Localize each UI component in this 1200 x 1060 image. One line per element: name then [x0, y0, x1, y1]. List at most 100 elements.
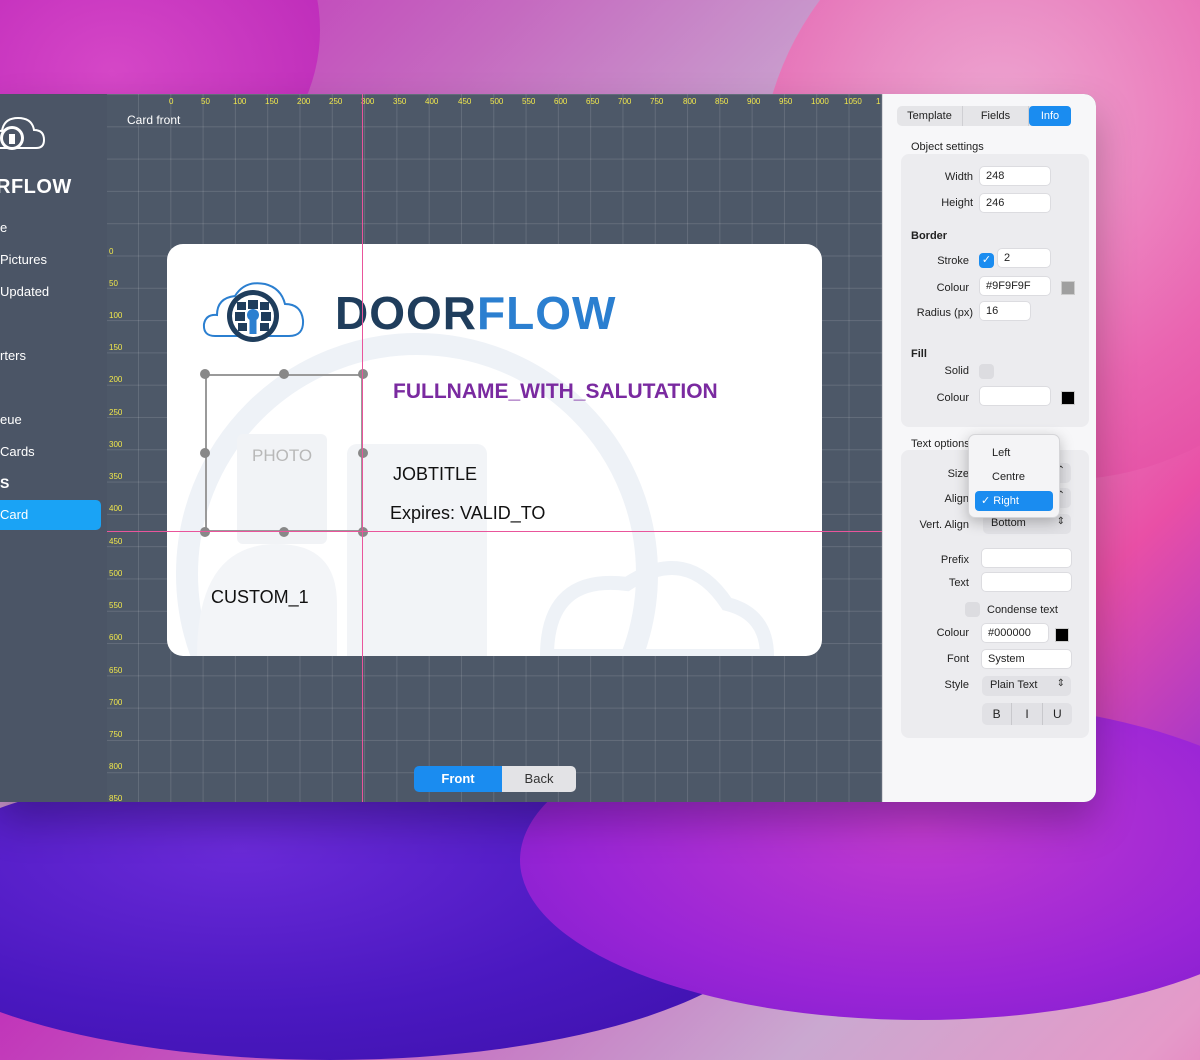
sidebar-item-label: Card	[0, 507, 29, 522]
text-colour-label: Colour	[936, 627, 969, 639]
inspector-tabs: Template Fields Info	[897, 106, 1071, 126]
fill-colour-field[interactable]	[979, 386, 1051, 406]
chevron-updown-icon: ⇕	[1056, 678, 1065, 689]
ruler-tick: 750	[109, 730, 123, 739]
resize-handle[interactable]	[358, 369, 368, 379]
canvas-face-label: Card front	[127, 113, 181, 127]
ruler-tick: 200	[109, 375, 123, 384]
card-face-switch: Front Back	[414, 766, 576, 792]
style-value: Plain Text	[990, 679, 1038, 691]
tab-template[interactable]: Template	[897, 106, 963, 126]
resize-handle[interactable]	[200, 448, 210, 458]
ruler-tick: 350	[109, 472, 123, 481]
sidebar-item-queue[interactable]: eue	[0, 412, 22, 427]
border-colour-field[interactable]: #9F9F9F	[979, 276, 1051, 296]
fill-title: Fill	[911, 348, 927, 360]
ruler-tick: 100	[233, 97, 247, 106]
italic-button[interactable]: I	[1012, 703, 1043, 725]
ruler-tick: 150	[265, 97, 279, 106]
stroke-checkbox[interactable]: ✓	[979, 253, 994, 268]
resize-handle[interactable]	[279, 369, 289, 379]
resize-handle[interactable]	[358, 527, 368, 537]
ruler-tick: 600	[109, 633, 123, 642]
ruler-tick: 700	[109, 698, 123, 707]
condense-text-checkbox[interactable]	[965, 602, 980, 617]
doorflow-logo-icon	[0, 116, 46, 150]
fill-colour-label: Colour	[936, 392, 969, 404]
font-field[interactable]: System	[981, 649, 1072, 669]
chevron-updown-icon: ⇕	[1056, 516, 1065, 527]
underline-button[interactable]: U	[1043, 703, 1072, 725]
ruler-tick: 50	[201, 97, 210, 106]
text-field[interactable]	[981, 572, 1072, 592]
resize-handle[interactable]	[358, 448, 368, 458]
field-custom-1[interactable]: CUSTOM_1	[211, 587, 309, 608]
ruler-tick: 800	[683, 97, 697, 106]
menu-item-right[interactable]: ✓ Right	[975, 491, 1053, 511]
ruler-tick: 50	[109, 279, 118, 288]
width-label: Width	[944, 171, 973, 183]
resize-handle[interactable]	[279, 527, 289, 537]
style-select[interactable]: Plain Text ⇕	[982, 676, 1071, 696]
align-label: Align	[944, 493, 969, 505]
ruler-tick: 650	[109, 666, 123, 675]
resize-handle[interactable]	[200, 527, 210, 537]
card-preview[interactable]: DOORFLOW FULLNAME_WITH_SALUTATION JOBTIT…	[167, 244, 822, 656]
ruler-tick: 500	[490, 97, 504, 106]
field-expires[interactable]: Expires: VALID_TO	[390, 503, 545, 524]
text-format-buttons: B I U	[982, 703, 1072, 725]
fill-solid-label: Solid	[944, 365, 969, 377]
ruler-tick: 550	[522, 97, 536, 106]
vert-align-label: Vert. Align	[919, 519, 969, 531]
sidebar-item-updated[interactable]: Updated	[0, 284, 49, 299]
ruler-tick: 650	[586, 97, 600, 106]
ruler-horizontal: 0 50 100 150 200 250 300 350 400 450 500…	[107, 94, 882, 108]
radius-field[interactable]: 16	[979, 301, 1031, 321]
fill-colour-swatch[interactable]	[1061, 391, 1075, 405]
condense-text-label: Condense text	[987, 604, 1058, 616]
style-label: Style	[944, 679, 969, 691]
ruler-tick: 950	[779, 97, 793, 106]
ruler-tick: 400	[425, 97, 439, 106]
menu-item-left[interactable]: Left	[975, 443, 1053, 463]
guide-line-horizontal	[107, 531, 882, 532]
front-button[interactable]: Front	[414, 766, 502, 792]
align-dropdown-menu: Left Centre ✓ Right	[968, 434, 1060, 518]
text-colour-swatch[interactable]	[1055, 628, 1069, 642]
text-colour-field[interactable]: #000000	[981, 623, 1049, 643]
tab-fields[interactable]: Fields	[963, 106, 1029, 126]
ruler-tick: 1050	[844, 97, 862, 106]
ruler-tick: 400	[109, 504, 123, 513]
tab-info[interactable]: Info	[1029, 106, 1071, 126]
ruler-tick: 450	[458, 97, 472, 106]
guide-line-vertical	[362, 94, 363, 802]
ruler-tick: 450	[109, 537, 123, 546]
sidebar-item-pictures[interactable]: Pictures	[0, 252, 47, 267]
ruler-tick: 600	[554, 97, 568, 106]
resize-handle[interactable]	[200, 369, 210, 379]
stroke-field[interactable]: 2	[997, 248, 1051, 268]
ruler-tick: 350	[393, 97, 407, 106]
sidebar-section-heading: S	[0, 475, 10, 491]
ruler-tick: 800	[109, 762, 123, 771]
fill-solid-checkbox[interactable]	[979, 364, 994, 379]
ruler-tick: 750	[650, 97, 664, 106]
sidebar-item-starters[interactable]: rters	[0, 348, 26, 363]
height-label: Height	[941, 197, 973, 209]
width-field[interactable]: 248	[979, 166, 1051, 186]
sidebar-item-card-active[interactable]: Card	[0, 500, 101, 530]
menu-item-centre[interactable]: Centre	[975, 467, 1053, 487]
border-colour-swatch[interactable]	[1061, 281, 1075, 295]
prefix-field[interactable]	[981, 548, 1072, 568]
field-jobtitle[interactable]: JOBTITLE	[393, 464, 477, 485]
sidebar-item-cards[interactable]: Cards	[0, 444, 35, 459]
back-button[interactable]: Back	[502, 766, 576, 792]
ruler-tick: 850	[715, 97, 729, 106]
sidebar-item[interactable]: e	[0, 220, 7, 235]
field-fullname[interactable]: FULLNAME_WITH_SALUTATION	[393, 380, 718, 404]
ruler-tick: 900	[747, 97, 761, 106]
design-canvas[interactable]: 0 50 100 150 200 250 300 350 400 450 500…	[107, 94, 882, 802]
border-title: Border	[911, 230, 948, 242]
height-field[interactable]: 246	[979, 193, 1051, 213]
bold-button[interactable]: B	[982, 703, 1013, 725]
